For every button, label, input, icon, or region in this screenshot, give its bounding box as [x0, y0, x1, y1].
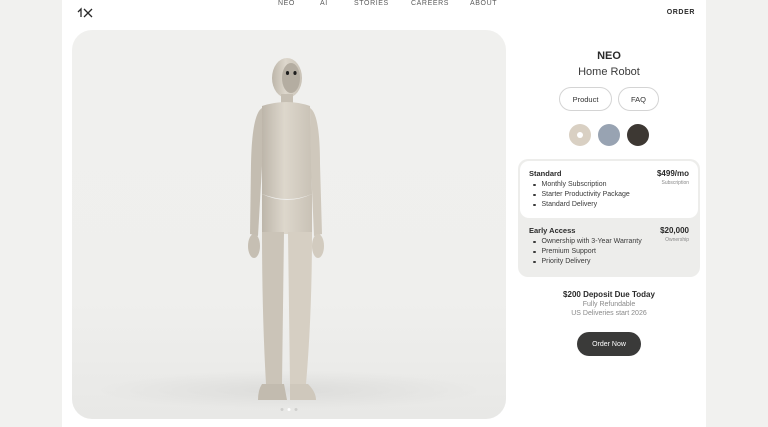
- feature-item: Starter Productivity Package: [533, 190, 689, 200]
- feature-text: Priority Delivery: [541, 258, 591, 265]
- feature-item: Premium Support: [533, 247, 689, 257]
- blue-gray-swatch[interactable]: [598, 124, 620, 146]
- plan-options: Standard $499/mo Subscription Monthly Su…: [518, 159, 700, 277]
- bullet-icon: [533, 240, 536, 244]
- dark-brown-swatch[interactable]: [627, 124, 649, 146]
- plan-price: $20,000: [660, 226, 689, 235]
- 1x-logo-icon[interactable]: [76, 6, 94, 20]
- beige-swatch[interactable]: [569, 124, 591, 146]
- bullet-icon: [533, 250, 536, 254]
- carousel-dot-2[interactable]: [287, 408, 291, 411]
- order-now-button[interactable]: Order Now: [577, 332, 641, 356]
- plan-early-access[interactable]: Early Access $20,000 Ownership Ownership…: [520, 218, 698, 275]
- deposit-title: $200 Deposit Due Today: [563, 290, 655, 299]
- nav-link-neo[interactable]: NEO: [278, 0, 295, 7]
- top-nav: NEO AI STORIES CAREERS ABOUT ORDER: [0, 0, 768, 26]
- bullet-icon: [533, 260, 536, 264]
- plan-note: Ownership: [665, 237, 689, 243]
- plan-note: Subscription: [661, 180, 689, 186]
- nav-link-careers[interactable]: CAREERS: [411, 0, 449, 7]
- neo-robot-image: [248, 58, 324, 400]
- nav-order-link[interactable]: ORDER: [667, 9, 695, 16]
- feature-item: Standard Delivery: [533, 200, 689, 210]
- nav-link-ai[interactable]: AI: [320, 0, 328, 7]
- feature-text: Premium Support: [541, 248, 596, 255]
- deposit-delivery-date: US Deliveries start 2026: [571, 310, 647, 317]
- nav-link-stories[interactable]: STORIES: [354, 0, 389, 7]
- product-hero-image: [72, 30, 506, 419]
- feature-text: Ownership with 3-Year Warranty: [541, 238, 642, 245]
- product-title: NEO: [597, 50, 621, 62]
- product-tabs: Product FAQ: [518, 87, 700, 111]
- bullet-icon: [533, 193, 536, 197]
- carousel-dot-1[interactable]: [280, 408, 284, 411]
- feature-text: Monthly Subscription: [541, 181, 607, 188]
- plan-price: $499/mo: [656, 169, 689, 178]
- tab-faq[interactable]: FAQ: [618, 87, 659, 111]
- feature-item: Priority Delivery: [533, 257, 689, 267]
- product-subtitle: Home Robot: [578, 66, 640, 78]
- product-config-panel: NEO Home Robot Product FAQ Standard $499…: [518, 50, 700, 356]
- bullet-icon: [533, 203, 536, 207]
- selected-indicator: [577, 132, 583, 138]
- bullet-icon: [533, 183, 536, 187]
- color-swatches: [518, 124, 700, 146]
- deposit-info: $200 Deposit Due Today Fully Refundable …: [518, 290, 700, 317]
- feature-text: Standard Delivery: [541, 201, 598, 208]
- deposit-refundable: Fully Refundable: [582, 301, 636, 308]
- carousel-dot-3[interactable]: [294, 408, 298, 411]
- feature-text: Starter Productivity Package: [541, 191, 630, 198]
- plan-standard[interactable]: Standard $499/mo Subscription Monthly Su…: [520, 161, 698, 218]
- carousel-dots: [280, 408, 298, 411]
- tab-product[interactable]: Product: [559, 87, 612, 111]
- nav-link-about[interactable]: ABOUT: [470, 0, 497, 7]
